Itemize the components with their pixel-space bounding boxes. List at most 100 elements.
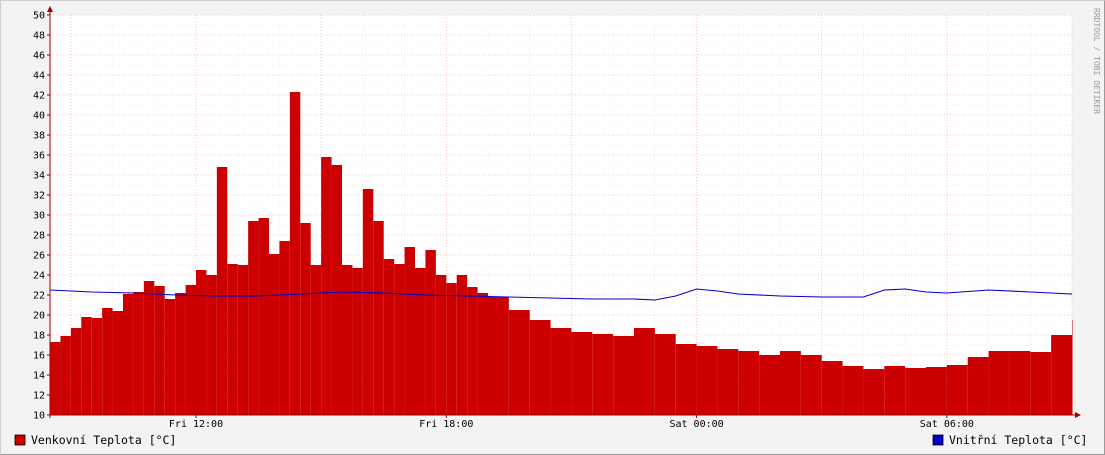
outdoor-temperature-bar bbox=[946, 365, 968, 415]
y-tick-label: 30 bbox=[33, 211, 45, 222]
y-tick-label: 38 bbox=[33, 131, 45, 142]
outdoor-temperature-bar bbox=[164, 299, 176, 415]
outdoor-temperature-bar bbox=[248, 221, 259, 415]
outdoor-temperature-bar bbox=[717, 349, 739, 415]
outdoor-temperature-bar bbox=[394, 264, 405, 415]
outdoor-temperature-bar bbox=[863, 369, 885, 415]
outdoor-temperature-bar bbox=[988, 351, 1010, 415]
outdoor-temperature-bar bbox=[759, 355, 780, 415]
outdoor-temperature-bar bbox=[300, 223, 311, 415]
outdoor-temperature-bar bbox=[404, 247, 415, 415]
x-axis-tick-labels: Fri 12:00 Fri 18:00 Sat 00:00 Sat 06:00 bbox=[169, 419, 974, 430]
outdoor-temperature-bar bbox=[342, 265, 353, 415]
watermark: RRDTOOL / TOBI OETIKER bbox=[1092, 8, 1101, 114]
x-tick-label: Sat 06:00 bbox=[920, 419, 974, 430]
outdoor-temperature-bar bbox=[884, 366, 906, 415]
outdoor-temperature-bar bbox=[237, 265, 249, 415]
outdoor-temperature-bar bbox=[123, 294, 134, 415]
outdoor-temperature-bar bbox=[842, 366, 864, 415]
y-tick-label: 40 bbox=[33, 111, 45, 122]
outdoor-temperature-bar bbox=[258, 218, 269, 415]
y-tick-label: 46 bbox=[33, 51, 45, 62]
y-tick-label: 12 bbox=[33, 391, 45, 402]
outdoor-temperature-bar bbox=[967, 357, 989, 415]
outdoor-temperature-bar bbox=[508, 310, 530, 415]
outdoor-temperature-bar bbox=[529, 320, 551, 415]
outdoor-temperature-bar bbox=[821, 361, 843, 415]
outdoor-temperature-bar bbox=[613, 336, 634, 415]
outdoor-temperature-bar bbox=[60, 336, 71, 415]
outdoor-temperature-bar bbox=[415, 268, 426, 415]
outdoor-temperature-bar bbox=[383, 259, 395, 415]
x-tick-label: Sat 00:00 bbox=[669, 419, 723, 430]
outdoor-temperature-bar bbox=[112, 311, 123, 415]
outdoor-temperature-bar bbox=[467, 287, 478, 415]
y-tick-label: 24 bbox=[33, 271, 45, 282]
outdoor-temperature-bar bbox=[1051, 335, 1072, 415]
outdoor-temperature-bar bbox=[373, 221, 384, 415]
temperature-chart: 10 12 14 16 18 20 22 24 26 28 30 32 34 36 38 40 42 44 46 48… bbox=[14, 6, 1101, 447]
outdoor-temperature-bar bbox=[488, 297, 509, 415]
outdoor-temperature-bar bbox=[738, 351, 760, 415]
outdoor-temperature-bar bbox=[477, 293, 488, 415]
outdoor-temperature-bar bbox=[905, 368, 926, 415]
outdoor-temperature-bar bbox=[196, 270, 207, 415]
x-axis-arrow bbox=[1075, 412, 1081, 418]
outdoor-temperature-bar bbox=[289, 92, 301, 415]
outdoor-temperature-bar bbox=[926, 367, 947, 415]
y-tick-label: 20 bbox=[33, 311, 45, 322]
outdoor-temperature-bar bbox=[1009, 351, 1031, 415]
y-tick-label: 10 bbox=[33, 411, 45, 422]
outdoor-temperature-bar bbox=[227, 264, 238, 415]
legend-swatch-outdoor bbox=[14, 434, 26, 446]
outdoor-temperature-bar bbox=[91, 318, 103, 415]
outdoor-temperature-bar bbox=[216, 167, 228, 415]
y-tick-label: 16 bbox=[33, 351, 45, 362]
outdoor-temperature-bar bbox=[571, 332, 593, 415]
outdoor-temperature-bar bbox=[279, 241, 290, 415]
outdoor-temperature-bar bbox=[362, 189, 374, 415]
legend-swatch-indoor bbox=[932, 434, 944, 446]
outdoor-temperature-bar bbox=[780, 351, 801, 415]
outdoor-temperature-bar bbox=[675, 344, 697, 415]
y-tick-label: 22 bbox=[33, 291, 45, 302]
y-tick-label: 14 bbox=[33, 371, 45, 382]
outdoor-temperature-bar bbox=[634, 328, 655, 415]
outdoor-temperature-bar bbox=[550, 328, 572, 415]
y-tick-label: 32 bbox=[33, 191, 45, 202]
outdoor-temperature-bar bbox=[1072, 320, 1073, 415]
outdoor-temperature-bar bbox=[269, 254, 280, 415]
outdoor-temperature-bar bbox=[70, 328, 82, 415]
x-tick-label: Fri 18:00 bbox=[419, 419, 473, 430]
y-axis-tick-labels: 10 12 14 16 18 20 22 24 26 28 30 32 34 36 38 40 42 44 46 48… bbox=[33, 11, 45, 422]
y-tick-label: 28 bbox=[33, 231, 45, 242]
outdoor-temperature-bar bbox=[143, 281, 155, 415]
outdoor-temperature-bar bbox=[175, 293, 186, 415]
outdoor-temperature-bar bbox=[133, 292, 144, 415]
y-axis-arrow bbox=[47, 6, 53, 12]
outdoor-temperature-bar bbox=[81, 317, 92, 415]
outdoor-temperature-bar bbox=[800, 355, 822, 415]
outdoor-temperature-bar bbox=[592, 334, 614, 415]
outdoor-temperature-bar bbox=[1030, 352, 1052, 415]
outdoor-temperature-bar bbox=[321, 157, 332, 415]
y-tick-label: 26 bbox=[33, 251, 45, 262]
y-tick-label: 18 bbox=[33, 331, 45, 342]
y-tick-label: 36 bbox=[33, 151, 45, 162]
y-tick-label: 44 bbox=[33, 71, 45, 82]
y-tick-label: 34 bbox=[33, 171, 45, 182]
outdoor-temperature-bar bbox=[102, 308, 113, 415]
y-tick-label: 50 bbox=[33, 11, 45, 22]
legend-label-outdoor: Venkovní Teplota [°C] bbox=[31, 433, 176, 447]
x-tick-label: Fri 12:00 bbox=[169, 419, 223, 430]
outdoor-temperature-bar bbox=[310, 265, 322, 415]
outdoor-temperature-bar bbox=[50, 342, 61, 415]
y-tick-label: 48 bbox=[33, 31, 45, 42]
y-tick-label: 42 bbox=[33, 91, 45, 102]
outdoor-temperature-bar bbox=[446, 283, 457, 415]
outdoor-temperature-bar bbox=[696, 346, 718, 415]
outdoor-temperature-bar bbox=[425, 250, 436, 415]
outdoor-temperature-bar bbox=[654, 334, 676, 415]
outdoor-temperature-bar bbox=[154, 286, 165, 415]
outdoor-temperature-bar bbox=[185, 285, 196, 415]
